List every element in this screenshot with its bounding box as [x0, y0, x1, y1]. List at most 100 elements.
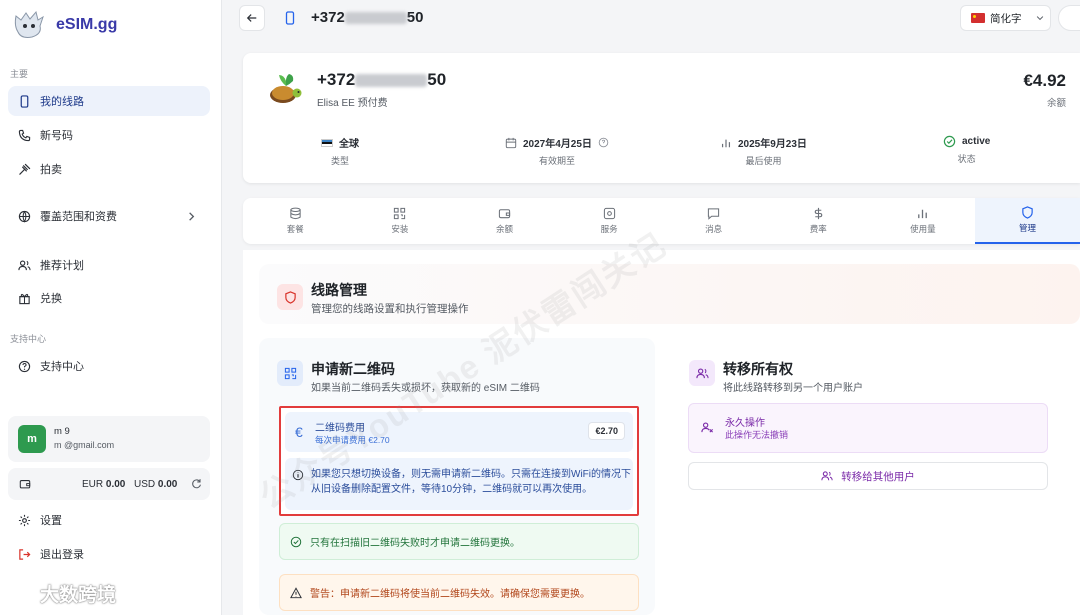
- globe-icon: [18, 210, 31, 223]
- top-bar: +372 50 简化字: [223, 0, 1080, 38]
- transfer-subtitle: 将此线路转移到另一个用户账户: [723, 383, 863, 394]
- tab-balance[interactable]: 余额: [452, 198, 557, 244]
- qr-info-text: 如果您只想切换设备，则无需申请新二维码。只需在连接到WiFi的情况下从旧设备删除…: [311, 469, 631, 495]
- user-name: m 9: [54, 426, 70, 437]
- new-qr-title: 申请新二维码: [311, 361, 395, 377]
- user-x-icon: [701, 422, 714, 433]
- watermark-logo-icon: [6, 584, 36, 603]
- user-card[interactable]: m m 9 m @gmail.com: [8, 416, 210, 462]
- euro-icon: €: [295, 424, 303, 440]
- management-panel: 线路管理 管理您的线路设置和执行管理操作 申请新二维码 如果当前二维码丢失或损坏…: [243, 250, 1080, 615]
- stat-expiry: 2027年4月25日 有效期至: [505, 135, 609, 167]
- sidebar-item-label: 支持中心: [40, 361, 84, 373]
- refresh-icon[interactable]: [191, 478, 202, 489]
- sidebar-item-settings[interactable]: 设置: [8, 505, 210, 535]
- line-number: +372 50: [317, 70, 447, 89]
- sidebar-item-label: 拍卖: [40, 164, 62, 176]
- estonia-flag-icon: [321, 138, 333, 147]
- management-subtitle: 管理您的线路设置和执行管理操作: [311, 303, 469, 315]
- brand-name: eSIM.gg: [56, 16, 118, 33]
- bar-chart-icon: [918, 209, 928, 219]
- sidebar-item-logout[interactable]: 退出登录: [8, 539, 210, 569]
- china-flag-icon: [971, 13, 985, 23]
- wallet-icon: [19, 480, 31, 489]
- balance-amount: €4.92: [1023, 71, 1066, 90]
- sidebar-item-label: 兑换: [40, 293, 62, 305]
- calendar-icon: [505, 137, 517, 148]
- permanent-action-title: 永久操作: [725, 418, 765, 429]
- brand[interactable]: eSIM.gg: [12, 10, 117, 40]
- chevron-down-icon: [1036, 16, 1043, 21]
- warning-icon: [290, 587, 302, 599]
- help-circle-icon: [18, 360, 31, 372]
- language-select[interactable]: 简化字: [960, 5, 1051, 31]
- help-circle-icon[interactable]: [598, 137, 609, 148]
- user-menu-button[interactable]: [1058, 5, 1080, 31]
- sidebar-item-label: 我的线路: [40, 96, 84, 108]
- transfer-ownership-section: 转移所有权 将此线路转移到另一个用户账户 永久操作 此操作无法撤销 转移给其他用…: [671, 338, 1064, 615]
- phone-icon: [285, 11, 295, 25]
- balance-amount-label: 余额: [1046, 98, 1066, 109]
- shield-icon: [1022, 206, 1033, 219]
- dollar-icon: [814, 207, 823, 220]
- users-icon: [689, 360, 715, 386]
- qr-fee-subtitle: 每次申请费用 €2.70: [315, 435, 390, 445]
- section-label-main: 主要: [10, 69, 29, 79]
- transfer-button[interactable]: 转移给其他用户: [688, 462, 1048, 490]
- balance-card: EUR 0.00 USD 0.00: [8, 468, 210, 500]
- sidebar: eSIM.gg 主要 我的线路 新号码 拍卖 覆盖范围和资费 推荐计划 兑换 支…: [0, 0, 222, 615]
- page-title: +372 50: [311, 9, 424, 26]
- avatar: m: [18, 425, 46, 453]
- sidebar-item-redeem[interactable]: 兑换: [8, 283, 210, 313]
- info-icon: [292, 469, 304, 481]
- qr-warning: 警告：申请新二维码将使当前二维码失效。请确保您需要更换。: [279, 574, 639, 611]
- users-icon: [18, 259, 31, 270]
- tab-services[interactable]: 服务: [557, 198, 662, 244]
- carrier-label: Elisa EE 预付费: [317, 98, 388, 109]
- sidebar-item-label: 新号码: [40, 130, 73, 142]
- user-email: m @gmail.com: [54, 440, 115, 450]
- gift-icon: [19, 293, 30, 304]
- qr-fee-card: € 二维码费用 每次申请费用 €2.70 €2.70: [285, 412, 633, 452]
- tab-messages[interactable]: 消息: [661, 198, 766, 244]
- sidebar-item-auction[interactable]: 拍卖: [8, 154, 210, 184]
- brand-logo-icon: [14, 10, 44, 38]
- sidebar-item-new-number[interactable]: 新号码: [8, 120, 210, 150]
- message-icon: [708, 208, 720, 220]
- sidebar-item-referral[interactable]: 推荐计划: [8, 250, 210, 280]
- tab-plans[interactable]: 套餐: [243, 198, 348, 244]
- stat-type: 全球 类型: [321, 135, 359, 167]
- sidebar-item-label: 退出登录: [40, 549, 84, 561]
- tab-bar: 套餐 安装 余额 服务 消息 费率 使用量 管理: [243, 198, 1080, 244]
- tab-usage[interactable]: 使用量: [871, 198, 976, 244]
- sidebar-item-label: 设置: [40, 515, 62, 527]
- management-title: 线路管理: [311, 282, 367, 298]
- permanent-action-subtitle: 此操作无法撤销: [725, 430, 789, 440]
- shield-icon: [277, 284, 303, 310]
- tab-rates[interactable]: 费率: [766, 198, 871, 244]
- balance-eur: EUR 0.00: [82, 479, 126, 490]
- sidebar-item-support[interactable]: 支持中心: [8, 351, 210, 381]
- new-qr-subtitle: 如果当前二维码丢失或损坏，获取新的 eSIM 二维码: [311, 383, 540, 394]
- qr-code-icon: [394, 207, 406, 220]
- qr-fee-title: 二维码费用: [315, 423, 365, 434]
- new-qr-section: 申请新二维码 如果当前二维码丢失或损坏，获取新的 eSIM 二维码 € 二维码费…: [259, 338, 655, 615]
- highlight-box: € 二维码费用 每次申请费用 €2.70 €2.70 如果您只想切换设备，则无需…: [279, 406, 639, 516]
- wallet-icon: [498, 209, 511, 219]
- sidebar-item-my-lines[interactable]: 我的线路: [8, 86, 210, 116]
- gear-icon: [18, 514, 31, 526]
- sidebar-item-coverage[interactable]: 覆盖范围和资费: [8, 201, 210, 231]
- qr-code-icon: [277, 360, 303, 386]
- sidebar-item-label: 推荐计划: [40, 260, 84, 272]
- check-circle-icon: [290, 536, 302, 548]
- permanent-action-card: 永久操作 此操作无法撤销: [688, 403, 1048, 453]
- tab-install[interactable]: 安装: [348, 198, 453, 244]
- tab-management[interactable]: 管理: [975, 198, 1080, 244]
- balance-usd: USD 0.00: [134, 479, 178, 490]
- back-button[interactable]: [239, 5, 265, 31]
- arrow-left-icon: [246, 14, 257, 22]
- turtle-avatar-icon: [270, 74, 302, 103]
- service-icon: [603, 207, 615, 220]
- qr-info-card: 如果您只想切换设备，则无需申请新二维码。只需在连接到WiFi的情况下从旧设备删除…: [285, 458, 633, 510]
- phone-icon: [20, 94, 29, 108]
